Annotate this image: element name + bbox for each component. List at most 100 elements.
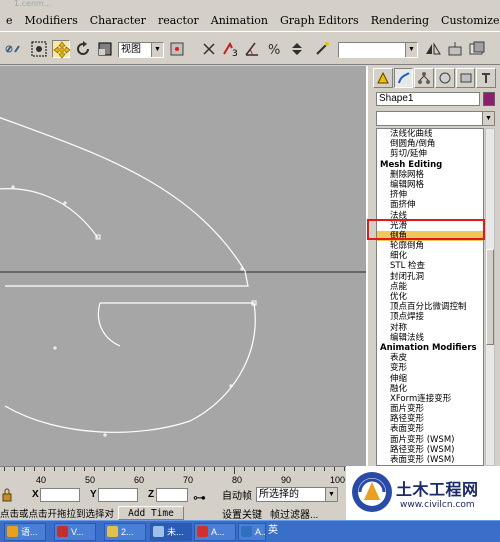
logo-title: 土木工程网	[396, 480, 479, 499]
modifier-list-item[interactable]: 路径变形 (WSM)	[377, 445, 483, 455]
utilities-tab-icon[interactable]	[476, 68, 497, 88]
ruler-tick	[344, 467, 345, 471]
modifier-list-item[interactable]: 编辑法线	[377, 333, 483, 343]
ime-indicator[interactable]: 英	[268, 523, 278, 541]
set-key-button[interactable]: 设置关键	[222, 506, 262, 521]
display-tab-icon[interactable]	[455, 68, 476, 88]
ruler-tick	[104, 467, 105, 471]
menu-item-e[interactable]: e	[0, 14, 19, 27]
timeline-ruler[interactable]: 40 50 60 70 80 90 100	[0, 466, 346, 485]
taskbar-button[interactable]: V...	[54, 523, 96, 541]
modifier-list-item[interactable]: 封闭孔洞	[377, 272, 483, 282]
modifier-list-item[interactable]: 变形	[377, 363, 483, 373]
key-icon[interactable]: ⊶	[193, 490, 206, 506]
auto-key-button[interactable]: 自动帧	[222, 487, 252, 502]
mirror-icon[interactable]	[424, 40, 442, 58]
modifier-list-item[interactable]: 面片变形	[377, 404, 483, 414]
modifier-list-item[interactable]: 表面变形 (WSM)	[377, 455, 483, 465]
x-coord-field[interactable]	[40, 488, 80, 502]
modifier-list-item[interactable]: 法线化曲线	[377, 129, 483, 139]
taskbar-button[interactable]: 2...	[104, 523, 146, 541]
modifier-list-item[interactable]: 倒圆角/倒角	[377, 139, 483, 149]
modifier-list-item[interactable]: 轮廓倒角	[377, 241, 483, 251]
modifier-list-item[interactable]: XForm连接变形	[377, 394, 483, 404]
scale-icon[interactable]	[96, 40, 114, 58]
object-name-field[interactable]: Shape1	[376, 92, 480, 106]
menu-item-reactor[interactable]: reactor	[152, 14, 205, 27]
menu-item-customize[interactable]: Customize	[435, 14, 500, 27]
modifier-list-item[interactable]: 删除网格	[377, 170, 483, 180]
ruler-tick	[334, 467, 335, 471]
percent-snap-icon[interactable]: %	[266, 40, 284, 58]
viewport[interactable]	[0, 66, 368, 466]
create-tab-icon[interactable]	[373, 68, 393, 88]
key-filters-button[interactable]: 帧过滤器...	[270, 506, 318, 521]
modifier-list-item[interactable]: 挤伸	[377, 190, 483, 200]
ruler-tick	[64, 467, 65, 471]
select-object-icon[interactable]	[30, 40, 48, 58]
taskbar-button[interactable]: A...	[238, 523, 266, 541]
ruler-tick	[204, 467, 205, 471]
layer-icon[interactable]	[468, 40, 486, 58]
modifier-list-scrollbar[interactable]	[485, 128, 495, 466]
ruler-tick	[194, 467, 195, 471]
modifier-list-item[interactable]: 编辑网格	[377, 180, 483, 190]
reference-coord-combo[interactable]: 视图 ▼	[118, 42, 164, 58]
hierarchy-tab-icon[interactable]	[414, 68, 435, 88]
menu-bar: e Modifiers Character reactor Animation Graph…	[0, 10, 500, 30]
modifier-list-item[interactable]: 细化	[377, 251, 483, 261]
modifier-list-item[interactable]: 伸缩	[377, 374, 483, 384]
civilcn-logo-icon	[352, 472, 392, 512]
modifier-list-item[interactable]: 点能	[377, 282, 483, 292]
lock-icon[interactable]	[2, 488, 12, 502]
selection-set-combo[interactable]: 所选择的 ▼	[256, 487, 338, 502]
modifier-listbox[interactable]: 法线化曲线 倒圆角/倒角 剪切/延伸 Mesh Editing 删除网格 编辑网格 挤伸 面挤…	[376, 128, 484, 466]
modifier-list-item[interactable]: 剪切/延伸	[377, 149, 483, 159]
align-icon[interactable]	[446, 40, 464, 58]
motion-tab-icon[interactable]	[435, 68, 455, 88]
add-time-tag-button[interactable]: Add Time Tag	[118, 506, 184, 532]
modifier-list-item[interactable]: 面挤伸	[377, 200, 483, 210]
modifier-list-item[interactable]: 顶点焊接	[377, 312, 483, 322]
title-text: 1.cenm...	[14, 0, 52, 8]
scrollbar-thumb[interactable]	[486, 249, 494, 345]
spinner-snap-icon[interactable]	[288, 40, 306, 58]
taskbar-button[interactable]: 语...	[4, 523, 46, 541]
modifier-list-item[interactable]: STL 检查	[377, 261, 483, 271]
modifier-list-item[interactable]: 面片变形 (WSM)	[377, 435, 483, 445]
app-icon	[7, 526, 18, 537]
menu-item-rendering[interactable]: Rendering	[365, 14, 435, 27]
taskbar-button[interactable]: A...	[194, 523, 236, 541]
named-selection-combo[interactable]: ▼	[338, 42, 418, 58]
select-link-icon[interactable]	[200, 40, 218, 58]
modifier-list-item[interactable]: 表面变形	[377, 424, 483, 434]
svg-text:3: 3	[232, 49, 238, 58]
modifier-list-item[interactable]: 优化	[377, 292, 483, 302]
named-selection-icon[interactable]	[314, 40, 332, 58]
menu-item-modifiers[interactable]: Modifiers	[19, 14, 84, 27]
object-color-swatch[interactable]	[483, 92, 495, 106]
modifier-list-item[interactable]: 顶点百分比微调控制	[377, 302, 483, 312]
taskbar-button[interactable]: 未...	[150, 523, 192, 541]
modifier-list-combo[interactable]: ▼	[376, 111, 495, 126]
chain-icon[interactable]	[4, 40, 22, 58]
menu-item-character[interactable]: Character	[84, 14, 152, 27]
menu-item-animation[interactable]: Animation	[205, 14, 274, 27]
snap-3d-icon[interactable]: 3	[222, 40, 240, 59]
y-coord-field[interactable]	[98, 488, 138, 502]
angle-snap-icon[interactable]	[244, 40, 262, 58]
menu-item-graph-editors[interactable]: Graph Editors	[274, 14, 365, 27]
pivot-icon[interactable]	[168, 40, 186, 58]
select-move-icon[interactable]	[52, 40, 71, 59]
modifier-list-item[interactable]: 表皮	[377, 353, 483, 363]
taskbar-button-label: 2...	[121, 527, 134, 537]
modifier-list-item[interactable]: 融化	[377, 384, 483, 394]
x-label: X	[32, 489, 39, 500]
ruler-tick	[274, 467, 275, 471]
rotate-icon[interactable]	[74, 40, 92, 58]
modify-tab-icon[interactable]	[393, 68, 414, 88]
modifier-list-item[interactable]: 路径变形	[377, 414, 483, 424]
ruler-tick	[34, 467, 35, 471]
modifier-list-item[interactable]: 对称	[377, 323, 483, 333]
z-coord-field[interactable]	[156, 488, 188, 502]
